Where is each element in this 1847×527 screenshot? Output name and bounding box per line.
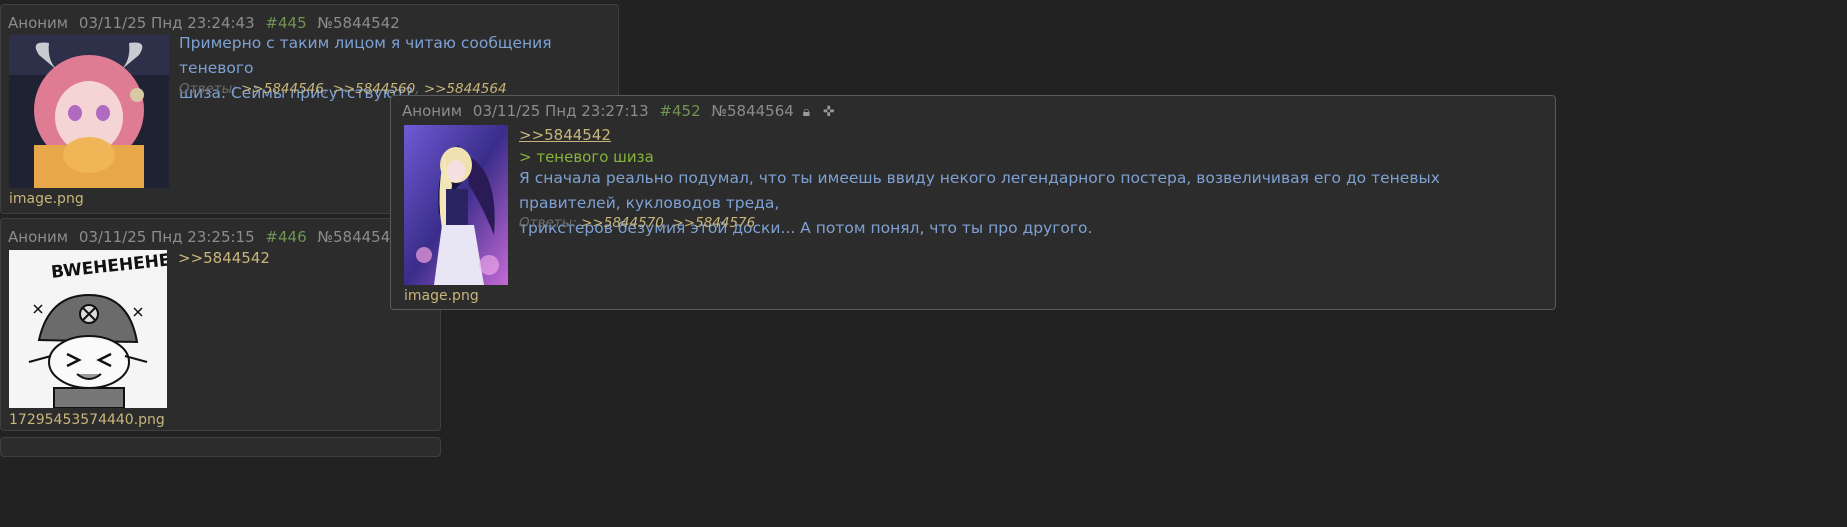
post-number-link[interactable]: #446: [265, 228, 306, 246]
lock-icon[interactable]: 🔒︎: [803, 104, 810, 120]
popup-header: Аноним 03/11/25 Пнд 23:27:13 #452 №58445…: [402, 102, 841, 120]
post-author: Аноним: [8, 228, 69, 246]
greentext-quote: > теневого шиза: [519, 148, 654, 166]
post-filename[interactable]: image.png: [9, 191, 84, 207]
post-date: 03/11/25 Пнд 23:25:15: [78, 228, 255, 246]
post-5844546: Аноним 03/11/25 Пнд 23:25:15 #446 №58445…: [0, 218, 441, 431]
post-header: Аноним 03/11/25 Пнд 23:25:15 #446 №58445…: [8, 228, 406, 246]
post-preview-popup: Аноним 03/11/25 Пнд 23:27:13 #452 №58445…: [390, 95, 1556, 310]
post-date: 03/11/25 Пнд 23:27:13: [472, 102, 649, 120]
post-author: Аноним: [8, 14, 69, 32]
anime-character-thumbnail: [404, 125, 508, 285]
post-number-link[interactable]: #452: [659, 102, 700, 120]
post-id: №5844542: [317, 14, 400, 32]
post-message-line: Примерно с таким лицом я читаю сообщения…: [179, 34, 552, 77]
post-date: 03/11/25 Пнд 23:24:43: [78, 14, 255, 32]
move-icon[interactable]: ✜: [823, 104, 835, 120]
post-header: Аноним 03/11/25 Пнд 23:24:43 #445 №58445…: [8, 14, 406, 32]
post-number-link[interactable]: #445: [265, 14, 306, 32]
post-next-partial: [0, 437, 441, 457]
post-replies: Ответы: >>5844570, >>5844576: [519, 215, 756, 231]
post-filename[interactable]: image.png: [404, 288, 479, 304]
replies-label: Ответы:: [519, 215, 577, 231]
replies-label: Ответы:: [179, 81, 237, 97]
post-thumbnail[interactable]: [404, 125, 508, 285]
reply-link[interactable]: >>5844576: [672, 215, 755, 231]
post-filename[interactable]: 17295453574440.png: [9, 412, 165, 428]
reply-link[interactable]: >>5844546: [241, 81, 324, 97]
post-id: №5844546: [317, 228, 400, 246]
reply-to-link[interactable]: >>5844542: [519, 126, 611, 144]
cartoon-laugh-thumbnail: BWEHEHEHE: [9, 250, 167, 408]
post-message-line: Я сначала реально подумал, что ты имеешь…: [519, 169, 1440, 212]
reply-to-link[interactable]: >>5844542: [178, 249, 270, 267]
post-id: №5844564: [711, 102, 794, 120]
anime-girl-thumbnail: [9, 35, 169, 188]
post-author: Аноним: [402, 102, 463, 120]
post-thumbnail[interactable]: [9, 35, 169, 188]
post-thumbnail[interactable]: BWEHEHEHE: [9, 250, 167, 408]
reply-link[interactable]: >>5844570: [581, 215, 664, 231]
